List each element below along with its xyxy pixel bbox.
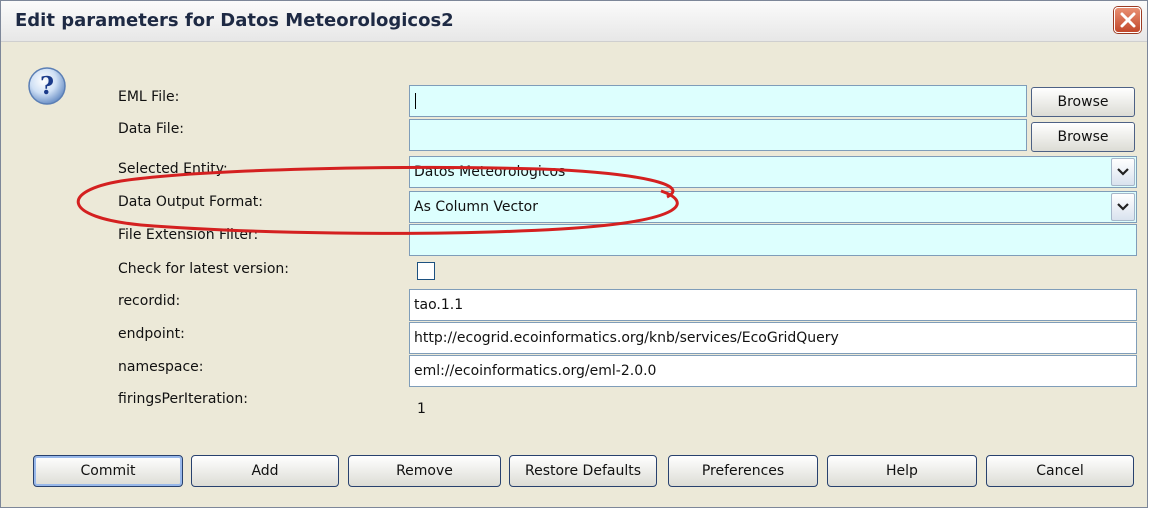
eml-file-browse-button[interactable]: Browse	[1031, 87, 1135, 117]
chevron-down-icon	[1117, 203, 1129, 211]
selected-entity-dropdown-button[interactable]	[1111, 158, 1135, 186]
commit-button[interactable]: Commit	[33, 455, 183, 487]
add-button[interactable]: Add	[191, 455, 339, 487]
recordid-label: recordid:	[118, 293, 181, 309]
eml-file-input[interactable]	[409, 85, 1027, 117]
check-latest-label: Check for latest version:	[118, 261, 290, 277]
file-extension-filter-input[interactable]	[409, 224, 1137, 256]
selected-entity-select[interactable]: Datos Meteorologicos	[409, 156, 1137, 188]
restore-defaults-button[interactable]: Restore Defaults	[509, 455, 657, 487]
data-output-format-dropdown-button[interactable]	[1111, 193, 1135, 221]
firings-value: 1	[417, 401, 426, 417]
endpoint-label: endpoint:	[118, 326, 185, 342]
data-file-label: Data File:	[118, 121, 185, 137]
close-x-icon	[1120, 12, 1136, 28]
svg-text:?: ?	[40, 71, 54, 100]
selected-entity-label: Selected Entity:	[118, 161, 228, 177]
file-extension-filter-label: File Extension Filter:	[118, 227, 259, 243]
data-output-format-label: Data Output Format:	[118, 194, 264, 210]
data-file-browse-button[interactable]: Browse	[1031, 122, 1135, 152]
check-latest-checkbox[interactable]	[417, 262, 435, 280]
edit-parameters-dialog: Edit parameters for Datos Meteorologicos…	[0, 0, 1148, 508]
eml-file-label: EML File:	[118, 89, 180, 105]
close-button[interactable]	[1114, 7, 1141, 33]
namespace-input[interactable]: eml://ecoinformatics.org/eml-2.0.0	[409, 355, 1137, 387]
firings-label: firingsPerIteration:	[118, 391, 248, 407]
help-button[interactable]: Help	[827, 455, 977, 487]
data-output-format-select[interactable]: As Column Vector	[409, 191, 1137, 223]
question-mark-icon: ?	[28, 67, 66, 105]
title-bar[interactable]: Edit parameters for Datos Meteorologicos…	[1, 1, 1147, 42]
remove-button[interactable]: Remove	[348, 455, 501, 487]
dialog-title: Edit parameters for Datos Meteorologicos…	[15, 10, 454, 31]
preferences-button[interactable]: Preferences	[668, 455, 818, 487]
data-file-input[interactable]	[409, 119, 1027, 151]
recordid-input[interactable]: tao.1.1	[409, 289, 1137, 321]
text-cursor	[415, 93, 416, 109]
chevron-down-icon	[1117, 168, 1129, 176]
endpoint-input[interactable]: http://ecogrid.ecoinformatics.org/knb/se…	[409, 322, 1137, 354]
cancel-button[interactable]: Cancel	[986, 455, 1134, 487]
namespace-label: namespace:	[118, 359, 204, 375]
